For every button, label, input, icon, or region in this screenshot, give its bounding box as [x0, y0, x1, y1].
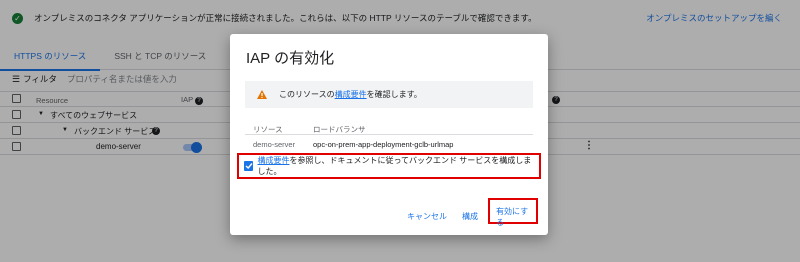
table-row: demo-server opc-on-prem-app-deployment-g…: [245, 135, 533, 152]
confirm-checkbox-row[interactable]: 構成要件を参照し、ドキュメントに従ってバックエンド サービスを構成しました。: [237, 153, 541, 179]
confirm-text-body: を参照し、ドキュメントに従ってバックエンド サービスを構成しました。: [257, 156, 532, 176]
requirements-link[interactable]: 構成要件: [257, 156, 289, 165]
cancel-button[interactable]: キャンセル: [407, 211, 447, 222]
column-resource: リソース: [253, 125, 283, 134]
requirements-link[interactable]: 構成要件: [335, 90, 367, 99]
enable-button[interactable]: 有効にする: [496, 206, 536, 228]
configure-button[interactable]: 構成: [462, 211, 478, 222]
load-balancer-name: opc-on-prem-app-deployment-gclb-urlmap: [313, 140, 454, 149]
warning-suffix: を確認します。: [366, 90, 422, 99]
column-load-balancer: ロードバランサ: [313, 125, 366, 134]
warning-text: このリソースの構成要件を確認します。: [279, 89, 422, 100]
resource-table-header: リソース ロードバランサ: [245, 120, 533, 135]
warning-prefix: このリソースの: [279, 90, 335, 99]
confirm-checkbox[interactable]: [244, 161, 254, 171]
dialog-title: IAP の有効化: [246, 50, 335, 67]
check-icon: [245, 163, 253, 170]
resource-name: demo-server: [253, 140, 296, 149]
confirm-text: 構成要件を参照し、ドキュメントに従ってバックエンド サービスを構成しました。: [257, 155, 539, 177]
dialog-actions: キャンセル 構成 有効にする: [230, 198, 548, 230]
warning-callout: このリソースの構成要件を確認します。: [245, 81, 533, 108]
enable-button-highlight: 有効にする: [488, 198, 538, 227]
resource-table: リソース ロードバランサ demo-server opc-on-prem-app…: [245, 120, 533, 152]
enable-iap-dialog: IAP の有効化 このリソースの構成要件を確認します。 リソース ロードバランサ…: [230, 34, 548, 235]
warning-icon: [257, 90, 267, 99]
